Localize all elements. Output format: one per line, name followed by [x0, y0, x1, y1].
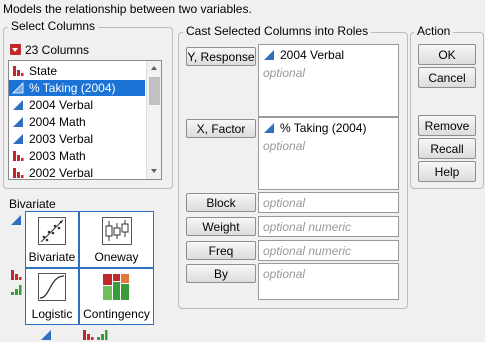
block-button[interactable]: Block: [186, 193, 256, 212]
list-item-label: % Taking (2004): [29, 81, 116, 95]
logistic-cell[interactable]: Logistic: [25, 268, 79, 325]
freq-dropzone[interactable]: optional numeric: [258, 240, 399, 261]
mosaic-plot-icon: [103, 274, 129, 300]
continuous-triangle-icon: [13, 117, 23, 127]
weight-hint: optional numeric: [263, 220, 352, 234]
continuous-triangle-icon: [12, 82, 24, 94]
oneway-label: Oneway: [94, 250, 139, 264]
contingency-label: Contingency: [83, 307, 150, 321]
cancel-button[interactable]: Cancel: [418, 67, 476, 88]
freq-button[interactable]: Freq: [186, 241, 256, 260]
dialog-description: Models the relationship between two vari…: [3, 2, 252, 16]
continuous-triangle-icon: [13, 100, 23, 110]
scrollbar-thumb[interactable]: [149, 77, 160, 105]
boxplot-icon: [102, 217, 132, 245]
block-dropzone[interactable]: optional: [258, 192, 399, 213]
by-dropzone[interactable]: optional: [258, 263, 399, 300]
list-item-label: 2004 Verbal: [29, 98, 94, 112]
ok-button[interactable]: OK: [418, 44, 476, 65]
block-hint: optional: [263, 196, 306, 210]
continuous-triangle-icon: [13, 134, 23, 144]
continuous-triangle-icon: [264, 123, 274, 133]
ordinal-x-axis-icon: [97, 330, 108, 340]
bivariate-cell[interactable]: Bivariate: [25, 211, 79, 268]
y-response-dropzone[interactable]: 2004 Verbal optional: [258, 44, 399, 117]
continuous-triangle-icon: [264, 50, 274, 60]
by-button[interactable]: By: [186, 264, 256, 283]
logistic-label: Logistic: [31, 307, 73, 321]
y-response-hint: optional: [263, 66, 306, 80]
continuous-y-axis-icon: [11, 215, 21, 225]
list-item-2003-verbal[interactable]: 2003 Verbal: [9, 131, 145, 147]
list-item-pct-taking-2004[interactable]: % Taking (2004): [9, 80, 145, 96]
scroll-up-icon[interactable]: [151, 66, 157, 70]
bivariate-label: Bivariate: [28, 250, 76, 264]
by-hint: optional: [263, 267, 306, 281]
list-item-label: 2003 Math: [29, 149, 86, 163]
list-item-label: State: [29, 64, 58, 78]
oneway-cell[interactable]: Oneway: [79, 211, 154, 268]
columns-count-dropdown[interactable]: 23 Columns: [10, 43, 150, 57]
columns-listbox[interactable]: State % Taking (2004) 2004 Verbal 2004 M…: [8, 60, 162, 180]
nominal-y-axis-icon: [11, 270, 22, 280]
roles-title: Cast Selected Columns into Roles: [183, 24, 372, 38]
y-response-button[interactable]: Y, Response: [186, 47, 256, 66]
list-item-2002-verbal[interactable]: 2002 Verbal: [9, 165, 145, 180]
bivariate-title: Bivariate: [9, 197, 56, 211]
nominal-bar-icon: [13, 151, 24, 161]
x-factor-dropzone[interactable]: % Taking (2004) optional: [258, 117, 399, 190]
list-item-2003-math[interactable]: 2003 Math: [9, 148, 145, 164]
list-item-state[interactable]: State: [9, 63, 145, 79]
help-button[interactable]: Help: [418, 161, 476, 182]
logistic-curve-icon: [38, 273, 66, 301]
nominal-bar-icon: [13, 66, 24, 76]
select-columns-title: Select Columns: [8, 19, 99, 33]
remove-button[interactable]: Remove: [418, 115, 476, 136]
columns-count-label: 23 Columns: [25, 43, 90, 57]
scroll-down-icon[interactable]: [151, 169, 157, 173]
x-factor-hint: optional: [263, 139, 306, 153]
x-factor-value: % Taking (2004): [280, 121, 367, 135]
freq-hint: optional numeric: [263, 244, 352, 258]
recall-button[interactable]: Recall: [418, 138, 476, 159]
list-item-2004-verbal[interactable]: 2004 Verbal: [9, 97, 145, 113]
dropdown-arrow-icon[interactable]: [10, 44, 21, 55]
list-item-2004-math[interactable]: 2004 Math: [9, 114, 145, 130]
action-title: Action: [414, 24, 454, 38]
weight-button[interactable]: Weight: [186, 217, 256, 236]
list-item-label: 2003 Verbal: [29, 132, 94, 146]
scatterplot-icon: [38, 217, 66, 245]
nominal-x-axis-icon: [83, 330, 94, 340]
ordinal-y-axis-icon: [11, 285, 22, 295]
continuous-x-axis-icon: [41, 330, 51, 340]
columns-scrollbar[interactable]: [146, 61, 161, 179]
x-factor-button[interactable]: X, Factor: [186, 119, 256, 138]
y-response-value: 2004 Verbal: [280, 48, 345, 62]
contingency-cell[interactable]: Contingency: [79, 268, 154, 325]
list-item-label: 2004 Math: [29, 115, 86, 129]
nominal-bar-icon: [13, 168, 24, 178]
weight-dropzone[interactable]: optional numeric: [258, 216, 399, 237]
list-item-label: 2002 Verbal: [29, 166, 94, 180]
